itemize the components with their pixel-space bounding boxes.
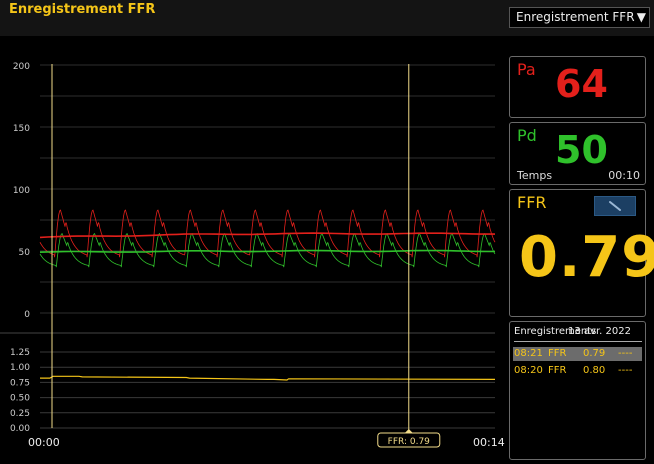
recording-extra: ---- [618,348,633,359]
recording-extra: ---- [618,365,633,376]
recordings-panel: Enregistrements 13 avr. 2022 08:21 FFR 0… [509,321,646,460]
recording-time: 08:21 [514,348,543,359]
y-tick-label: 0.50 [10,394,30,404]
recording-type: FFR [548,348,567,359]
recording-type: FFR [548,365,567,376]
pa-value: 64 [555,62,608,106]
recordings-header: Enregistrements 13 avr. 2022 [514,326,642,342]
recording-time: 08:20 [514,365,543,376]
pd-value: 50 [555,128,608,172]
y-tick-label: 100 [13,186,30,196]
recording-row[interactable]: 08:20 FFR 0.80 ---- [513,364,642,378]
pa-panel: Pa 64 [509,56,646,118]
ffr-y-ticks: 0.00 0.25 0.50 0.75 1.00 1.25 [10,348,30,434]
recording-value: 0.80 [583,365,606,376]
y-tick-label: 0.25 [10,409,30,419]
y-tick-label: 1.00 [10,363,30,373]
y-tick-label: 200 [13,62,30,72]
mode-select[interactable]: Enregistrement FFR ▼ [509,7,650,28]
pa-label: Pa [517,60,536,79]
y-tick-label: 0 [24,310,30,320]
recordings-header-date: 13 avr. 2022 [568,326,631,337]
y-tick-label: 50 [19,248,31,258]
page-title: Enregistrement FFR [9,2,156,17]
pressure-y-ticks: 0 50 100 150 200 [13,62,30,320]
pd-panel: Pd 50 Temps 00:10 [509,122,646,185]
ffr-marker-label: FFR: 0.79 [388,437,431,447]
time-end-label: 00:14 [473,436,505,449]
ffr-grid [40,351,495,429]
time-start-label: 00:00 [28,436,60,449]
pd-label: Pd [517,126,537,145]
y-tick-label: 1.25 [10,348,30,358]
y-tick-label: 150 [13,124,30,134]
ffr-label: FFR [517,193,547,212]
y-tick-label: 0.00 [10,424,30,434]
ffr-tool-button[interactable] [594,196,636,216]
recording-row[interactable]: 08:21 FFR 0.79 ---- [513,347,642,361]
time-value: 00:10 [608,169,640,182]
time-label: Temps [517,169,553,182]
ffr-trend-line [40,375,496,381]
pressure-chart: 0 50 100 150 200 0.00 0.25 0.50 0.75 1.00 1.25 00… [0,62,505,449]
ffr-panel: FFR 0.79 [509,189,654,317]
ffr-value: 0.79 [519,225,654,290]
mode-select-value: Enregistrement FFR [516,10,635,24]
chevron-down-icon: ▼ [636,10,646,24]
pressure-grid [0,64,495,334]
wrench-icon [609,201,621,211]
y-tick-label: 0.75 [10,378,30,388]
recording-value: 0.79 [583,348,606,359]
title-bar: Enregistrement FFR Enregistrement FFR ▼ [0,0,654,36]
